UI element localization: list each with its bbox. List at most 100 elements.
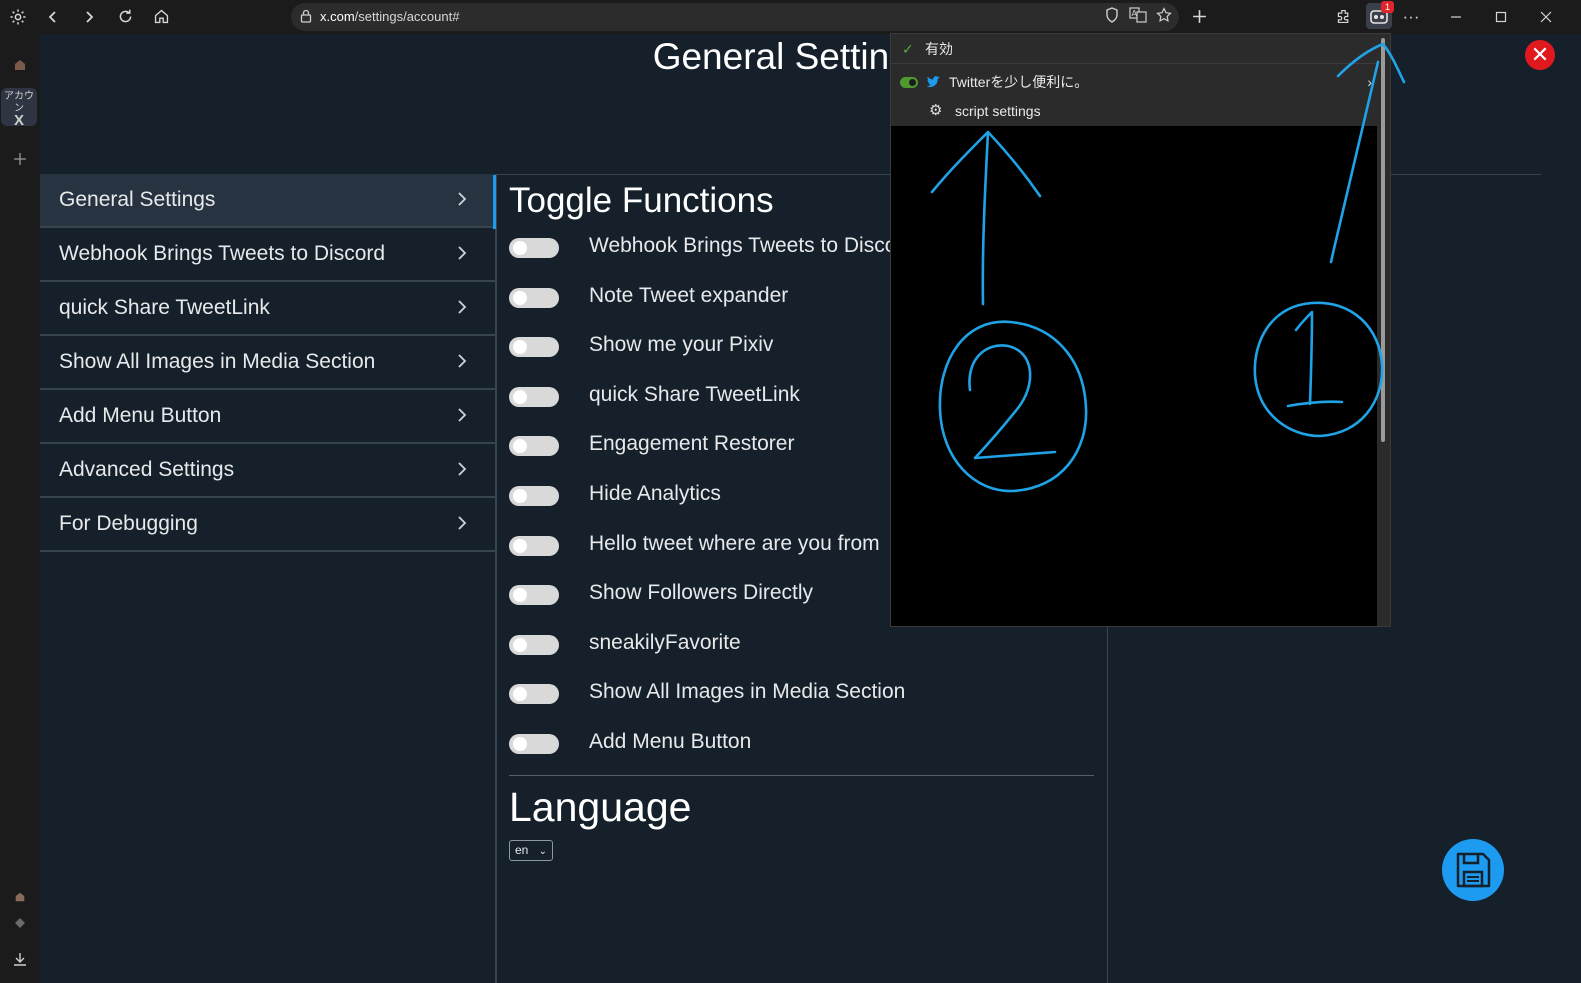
forward-icon[interactable] [76, 4, 102, 30]
toggle-switch-hide-analytics[interactable] [509, 485, 559, 506]
new-tab-icon[interactable] [1186, 4, 1212, 30]
toggle-row: Add Menu Button [509, 721, 1094, 771]
sidebar-x-tab-label: アカウン [4, 91, 34, 114]
toggle-switch-sneakily-favorite[interactable] [509, 634, 559, 655]
toggle-label: Webhook Brings Tweets to Discord [589, 234, 916, 257]
menu-item-label: Add Menu Button [59, 404, 222, 427]
toggle-knob [513, 241, 527, 255]
toggle-switch-webhook[interactable] [509, 238, 559, 258]
menu-item-general-settings[interactable]: General Settings [40, 174, 495, 228]
toggle-label: Hide Analytics [589, 481, 721, 505]
close-settings-button[interactable]: ✕ [1525, 40, 1555, 70]
chevron-down-icon: ⌄ [538, 845, 547, 857]
toggle-switch-engagement[interactable] [509, 436, 559, 457]
toggle-knob [513, 290, 527, 305]
minimize-icon[interactable] [1443, 4, 1469, 30]
script-enabled-toggle[interactable] [900, 77, 918, 88]
menu-divider [495, 174, 497, 983]
language-select-value: en [515, 842, 529, 857]
menu-item-label: Advanced Settings [59, 458, 235, 481]
url-text: x.com/settings/account# [320, 9, 460, 24]
menu-item-quick-share[interactable]: quick Share TweetLink [40, 282, 495, 336]
script-settings-row[interactable]: ⚙ script settings [891, 96, 1390, 126]
menu-item-label: General Settings [59, 188, 216, 211]
toggle-switch-pixiv[interactable] [509, 337, 559, 358]
language-select[interactable]: en ⌄ [509, 839, 553, 861]
extension-popup: ✓ 有効 Twitterを少し便利に。 › ⚙ script settings [890, 33, 1391, 627]
toggle-label: Show me your Pixiv [589, 333, 774, 357]
popup-menu: ✓ 有効 Twitterを少し便利に。 › ⚙ script settings [891, 34, 1390, 126]
chevron-right-icon: › [1367, 74, 1372, 90]
floppy-disk-icon [1456, 852, 1491, 888]
extensions-icon[interactable] [1330, 4, 1356, 30]
enabled-row[interactable]: ✓ 有効 [891, 34, 1390, 64]
star-icon[interactable] [1153, 7, 1175, 27]
shield-icon[interactable] [1101, 7, 1123, 27]
toggle-row: sneakilyFavorite [509, 622, 1094, 672]
download-icon[interactable] [7, 946, 33, 972]
scrollbar-thumb[interactable] [1381, 38, 1385, 442]
toggle-label: Engagement Restorer [589, 432, 795, 456]
add-panel-icon[interactable] [7, 146, 33, 172]
sidebar-x-tab[interactable]: アカウン X [1, 88, 37, 128]
toggle-switch-quick-share[interactable] [509, 386, 559, 407]
menu-item-webhook[interactable]: Webhook Brings Tweets to Discord [40, 228, 495, 282]
reload-icon[interactable] [112, 4, 138, 30]
menu-item-label: quick Share TweetLink [59, 296, 270, 319]
toggle-switch-tweet-origin[interactable] [509, 535, 559, 556]
maximize-icon[interactable] [1488, 4, 1514, 30]
save-button[interactable] [1442, 839, 1504, 901]
menu-item-for-debugging[interactable]: For Debugging [40, 498, 495, 552]
chevron-right-icon [458, 300, 467, 314]
toggle-label: quick Share TweetLink [589, 382, 800, 406]
diamond-icon[interactable] [7, 910, 33, 936]
script-settings-label: script settings [955, 103, 1041, 119]
address-bar[interactable]: x.com/settings/account# A [291, 3, 1179, 31]
more-icon[interactable]: ··· [1398, 4, 1424, 30]
enabled-label: 有効 [925, 41, 953, 57]
toggle-knob [513, 736, 527, 751]
toggle-knob [513, 588, 527, 603]
toggle-switch-note-tweet[interactable] [509, 287, 559, 308]
popup-scrollbar[interactable] [1377, 34, 1390, 626]
translate-icon[interactable]: A [1127, 7, 1149, 27]
settings-icon[interactable] [5, 4, 31, 30]
back-icon[interactable] [40, 4, 66, 30]
menu-item-label: Webhook Brings Tweets to Discord [59, 242, 386, 265]
chevron-right-icon [458, 192, 467, 206]
toggle-knob [513, 488, 527, 503]
toggle-label: Note Tweet expander [589, 283, 789, 307]
toggle-switch-menu-button[interactable] [509, 733, 559, 754]
browser-toolbar: x.com/settings/account# A 1 ··· [0, 0, 1581, 34]
lock-icon [300, 9, 312, 23]
gear-icon: ⚙ [929, 102, 943, 119]
active-menu-indicator [493, 175, 496, 229]
site-favicon-icon[interactable] [7, 52, 33, 78]
script-name: Twitterを少し便利に。 [949, 74, 1089, 90]
section-divider [509, 774, 1094, 776]
chevron-right-icon [458, 354, 467, 368]
settings-menu: General Settings Webhook Brings Tweets t… [40, 174, 495, 552]
toggle-switch-followers[interactable] [509, 585, 559, 606]
toggle-row: Show All Images in Media Section [509, 671, 1094, 721]
script-row[interactable]: Twitterを少し便利に。 › [891, 67, 1390, 97]
menu-item-advanced-settings[interactable]: Advanced Settings [40, 444, 495, 498]
toggle-label: Add Menu Button [589, 729, 752, 753]
menu-item-show-all-images[interactable]: Show All Images in Media Section [40, 336, 495, 390]
menu-item-add-menu-button[interactable]: Add Menu Button [40, 390, 495, 444]
userscript-extension-button[interactable]: 1 [1366, 1, 1394, 29]
chevron-right-icon [458, 246, 467, 260]
language-heading: Language [509, 783, 692, 830]
close-window-icon[interactable] [1533, 4, 1559, 30]
toggle-label: Show All Images in Media Section [589, 680, 906, 704]
chevron-right-icon [458, 408, 467, 422]
toggle-label: Show Followers Directly [589, 581, 814, 605]
toggle-switch-media-images[interactable] [509, 684, 559, 705]
sidebar-app-icon[interactable] [7, 884, 33, 910]
notification-badge: 1 [1381, 1, 1394, 13]
toggle-knob [513, 389, 527, 404]
toggle-knob [513, 340, 527, 355]
twitter-bird-icon [926, 76, 940, 88]
home-icon[interactable] [148, 4, 174, 30]
toggle-label: Hello tweet where are you from [589, 531, 880, 555]
